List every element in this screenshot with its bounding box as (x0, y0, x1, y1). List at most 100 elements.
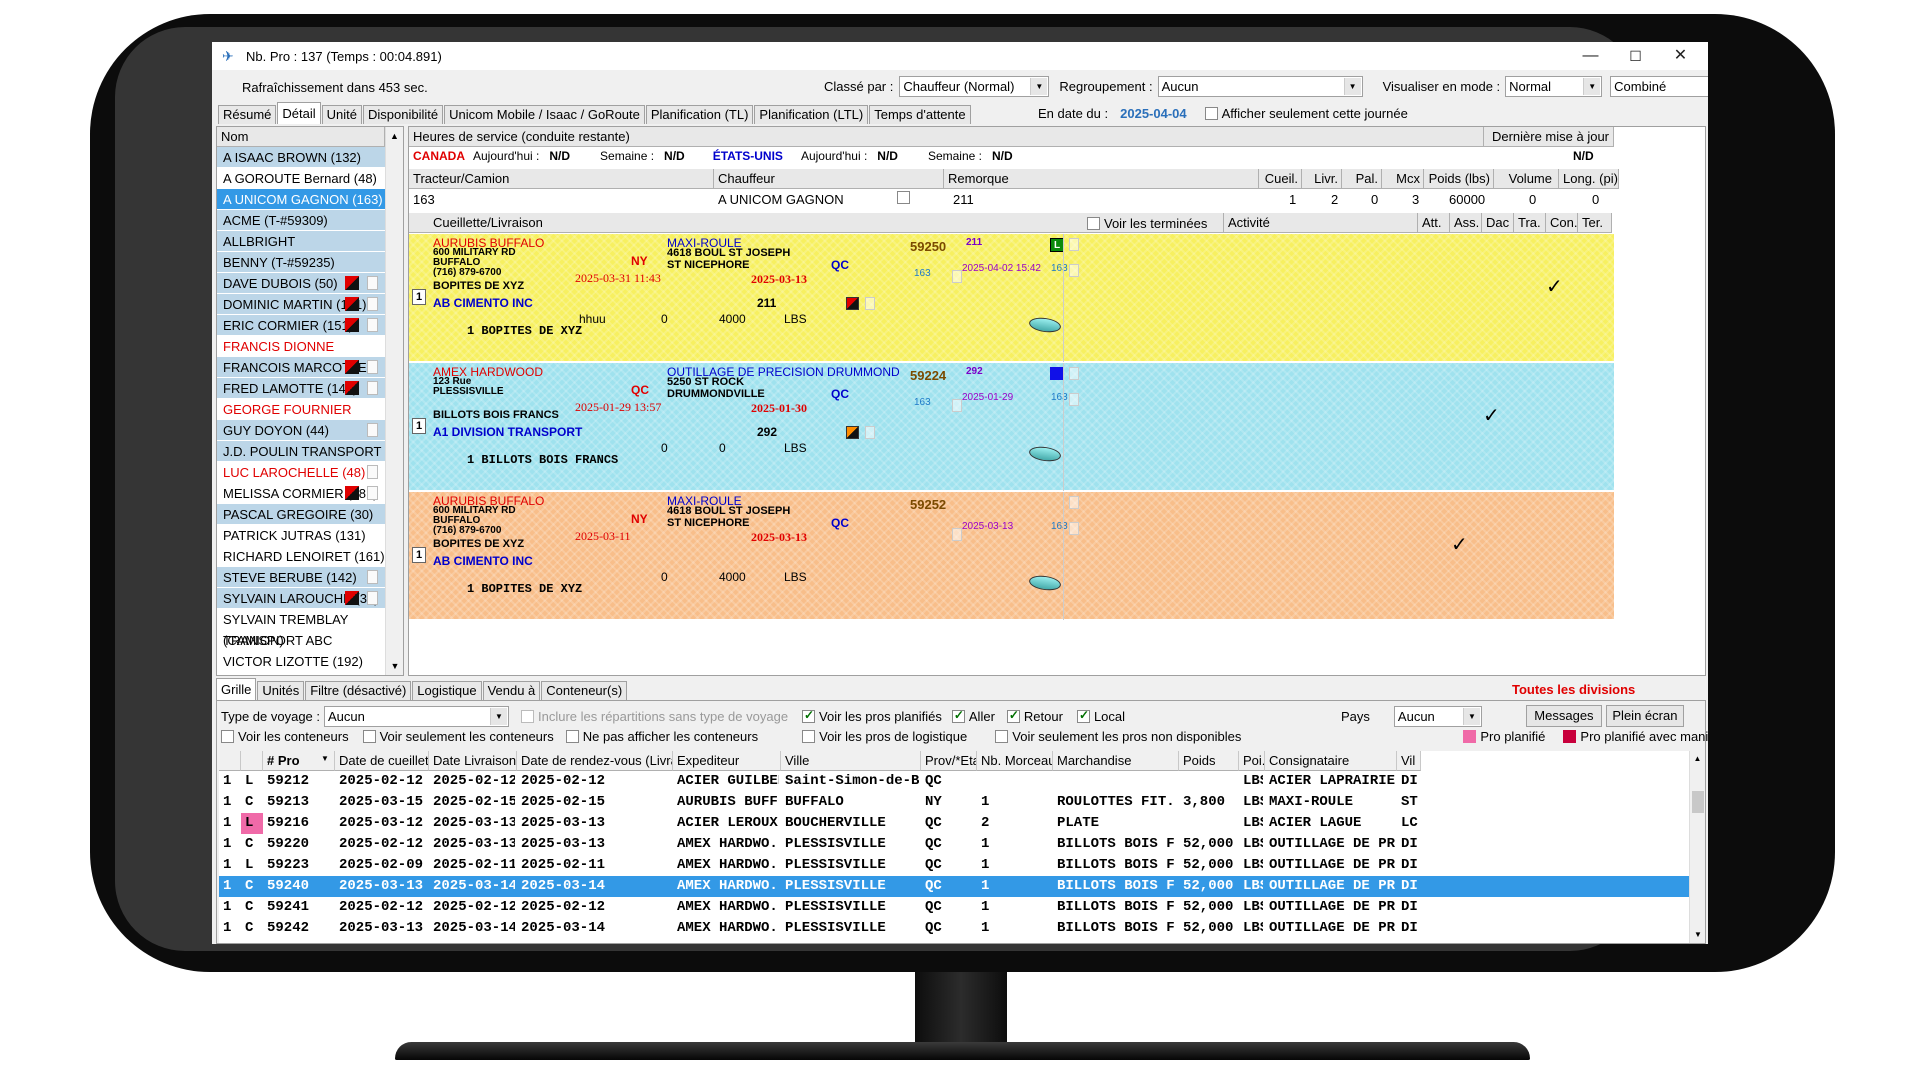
grid-tab-1[interactable]: Unités (257, 681, 305, 700)
grid-header-7[interactable]: Ville (781, 751, 921, 771)
list-item[interactable]: PASCAL GREGOIRE (30) (217, 504, 385, 525)
list-item[interactable]: SYLVAIN LAROUCHE (38) (217, 588, 385, 609)
tab-3[interactable]: Disponibilité (363, 105, 444, 124)
table-row[interactable]: 1L592232025-02-09 1...2025-02-112025-02-… (219, 855, 1689, 876)
document-icon[interactable] (1069, 393, 1079, 406)
scale-icon[interactable] (1028, 573, 1062, 593)
list-item[interactable]: ACME (T-#59309) (217, 210, 385, 231)
minimize-button[interactable]: — (1568, 42, 1613, 70)
grid-header-10[interactable]: Marchandise (1053, 751, 1179, 771)
list-item[interactable]: FRED LAMOTTE (141) (217, 378, 385, 399)
grid-header-6[interactable]: Expediteur (673, 751, 781, 771)
list-item[interactable]: ALLBRIGHT (217, 231, 385, 252)
view-combine-select[interactable]: Combiné▼ (1610, 76, 1708, 97)
trip-card[interactable]: 1 AMEX HARDWOOD 123 Rue PLESSISVILLE QC BILLO… (409, 363, 1614, 491)
driver-list-scrollbar[interactable]: ▲ ▼ (385, 127, 403, 675)
group-select[interactable]: Aucun ▼ (1157, 76, 1363, 97)
list-item[interactable]: STEVE BERUBE (142) (217, 567, 385, 588)
show-completed-checkbox[interactable] (1087, 217, 1100, 230)
hide-containers-checkbox[interactable] (565, 730, 579, 743)
only-day-checkbox[interactable] (1204, 107, 1218, 120)
return-checkbox[interactable] (1006, 708, 1020, 723)
grid-header-3[interactable]: Date de cueillette (335, 751, 429, 771)
tab-1[interactable]: Détail (277, 102, 321, 124)
grid-header-1[interactable] (241, 751, 263, 771)
list-item[interactable]: TRANSPORT ABC (217, 630, 385, 651)
list-item[interactable]: A UNICOM GAGNON (163) (217, 189, 385, 210)
tab-7[interactable]: Temps d'attente (869, 105, 971, 124)
date-value[interactable]: 2025-04-04 (1120, 106, 1187, 121)
grid-header-9[interactable]: Nb. Morceaux (977, 751, 1053, 771)
list-item[interactable]: A GOROUTE Bernard (48) (217, 168, 385, 189)
scale-icon[interactable] (1028, 315, 1062, 335)
trip-card[interactable]: 1 AURUBIS BUFFALO 600 MILITARY RD BUFFALO (7… (409, 234, 1614, 362)
document-icon[interactable] (1069, 238, 1079, 251)
local-checkbox[interactable] (1076, 708, 1090, 723)
show-containers-checkbox[interactable] (221, 730, 234, 743)
document-icon[interactable] (865, 297, 875, 310)
list-item[interactable]: ERIC CORMIER (151) (217, 315, 385, 336)
grid-header-8[interactable]: Prov/*Etat (921, 751, 977, 771)
sort-select[interactable]: Chauffeur (Normal) ▼ (899, 76, 1050, 97)
trip-number[interactable]: 1 (412, 547, 426, 563)
grid-header-14[interactable]: Vil (1397, 751, 1421, 771)
only-containers-checkbox[interactable] (362, 730, 376, 743)
close-button[interactable]: ✕ (1658, 42, 1703, 70)
grid-header-4[interactable]: Date Livraison (429, 751, 517, 771)
trip-number[interactable]: 1 (412, 289, 426, 305)
list-item[interactable]: MELISSA CORMIER (181) (217, 483, 385, 504)
tab-6[interactable]: Planification (LTL) (754, 105, 869, 124)
grid-header-5[interactable]: Date de rendez-vous (Livraison) (517, 751, 673, 771)
grid-header-12[interactable]: Poi... (1239, 751, 1265, 771)
fullscreen-button[interactable]: Plein écran (1605, 705, 1684, 727)
tab-5[interactable]: Planification (TL) (645, 105, 754, 124)
grid-scrollbar[interactable]: ▲ ▼ (1689, 751, 1705, 943)
tab-2[interactable]: Unité (321, 105, 363, 124)
list-item[interactable]: LUC LAROCHELLE (48) (217, 462, 385, 483)
trip-card[interactable]: 1 AURUBIS BUFFALO 600 MILITARY RD BUFFALO (7… (409, 492, 1614, 620)
grid-header-11[interactable]: Poids (1179, 751, 1239, 771)
table-row[interactable]: 1 C 59213 2025-03-15 2025-02-15 2025-02-15 AUR… (219, 792, 1689, 813)
document-icon[interactable] (952, 528, 962, 541)
document-icon[interactable] (1069, 264, 1079, 277)
list-item[interactable]: DAVE DUBOIS (50) (217, 273, 385, 294)
list-item[interactable]: A ISAAC BROWN (132) (217, 147, 385, 168)
table-row[interactable]: 1 C 59242 2025-03-13 2025-03-14 2025-03-14 AME… (219, 918, 1689, 939)
unavailable-checkbox[interactable] (995, 730, 1009, 743)
document-icon[interactable] (1069, 496, 1079, 509)
list-item[interactable]: SYLVAIN TREMBLAY (CAMION) (217, 609, 385, 648)
tab-4[interactable]: Unicom Mobile / Isaac / GoRoute (444, 105, 645, 124)
grid-tab-0[interactable]: Grille (216, 678, 257, 700)
trip-type-select[interactable]: Aucun ▼ (324, 705, 510, 727)
grid-scroll-thumb[interactable] (1692, 791, 1704, 813)
document-icon[interactable] (1069, 367, 1079, 380)
list-item[interactable]: BENNY (T-#59235) (217, 252, 385, 273)
logistics-checkbox[interactable] (802, 730, 816, 743)
grid-header-0[interactable] (219, 751, 241, 771)
list-item[interactable]: FRANCOIS MARCOTTE (16) (217, 357, 385, 396)
name-column-header[interactable]: Nom (217, 127, 385, 147)
tab-0[interactable]: Résumé (218, 105, 277, 124)
show-planned-checkbox[interactable] (802, 708, 816, 723)
document-icon[interactable] (952, 399, 962, 412)
maximize-button[interactable]: ☐ (1613, 42, 1658, 70)
grid-tab-5[interactable]: Conteneur(s) (541, 681, 628, 700)
table-row[interactable]: 1L59216 2025-03-12 1... 2025-03-13 2025-03-… (219, 813, 1689, 834)
table-row[interactable]: 1L 59212 2025-02-12 1... 2025-02-12 2025-02-… (219, 771, 1689, 792)
include-no-type-checkbox[interactable] (521, 709, 535, 723)
grid-tab-4[interactable]: Vendu à (482, 681, 541, 700)
view-mode-select[interactable]: Normal ▼ (1505, 76, 1603, 97)
list-item[interactable]: VICTOR LIZOTTE (192) (217, 651, 385, 672)
list-item[interactable]: DOMINIC MARTIN (171) (217, 294, 385, 315)
scale-icon[interactable] (1028, 444, 1062, 464)
list-item[interactable]: FRANCIS DIONNE (217, 336, 385, 357)
table-row[interactable]: 1 C 59220 2025-02-12 2025-03-13 2025-03-13 AME… (219, 834, 1689, 855)
list-item[interactable]: J.D. POULIN TRANSPORT (217, 441, 385, 462)
list-item[interactable]: RICHARD LENOIRET (161) (217, 546, 385, 567)
go-checkbox[interactable] (951, 708, 965, 723)
trip-number[interactable]: 1 (412, 418, 426, 434)
country-select[interactable]: Aucun ▼ (1393, 705, 1482, 727)
document-icon[interactable] (1069, 522, 1079, 535)
list-item[interactable]: GUY DOYON (44) (217, 420, 385, 441)
table-row[interactable]: 1 C 59240 2025-03-13 2025-03-14 2025-03-14 AME… (219, 876, 1689, 897)
